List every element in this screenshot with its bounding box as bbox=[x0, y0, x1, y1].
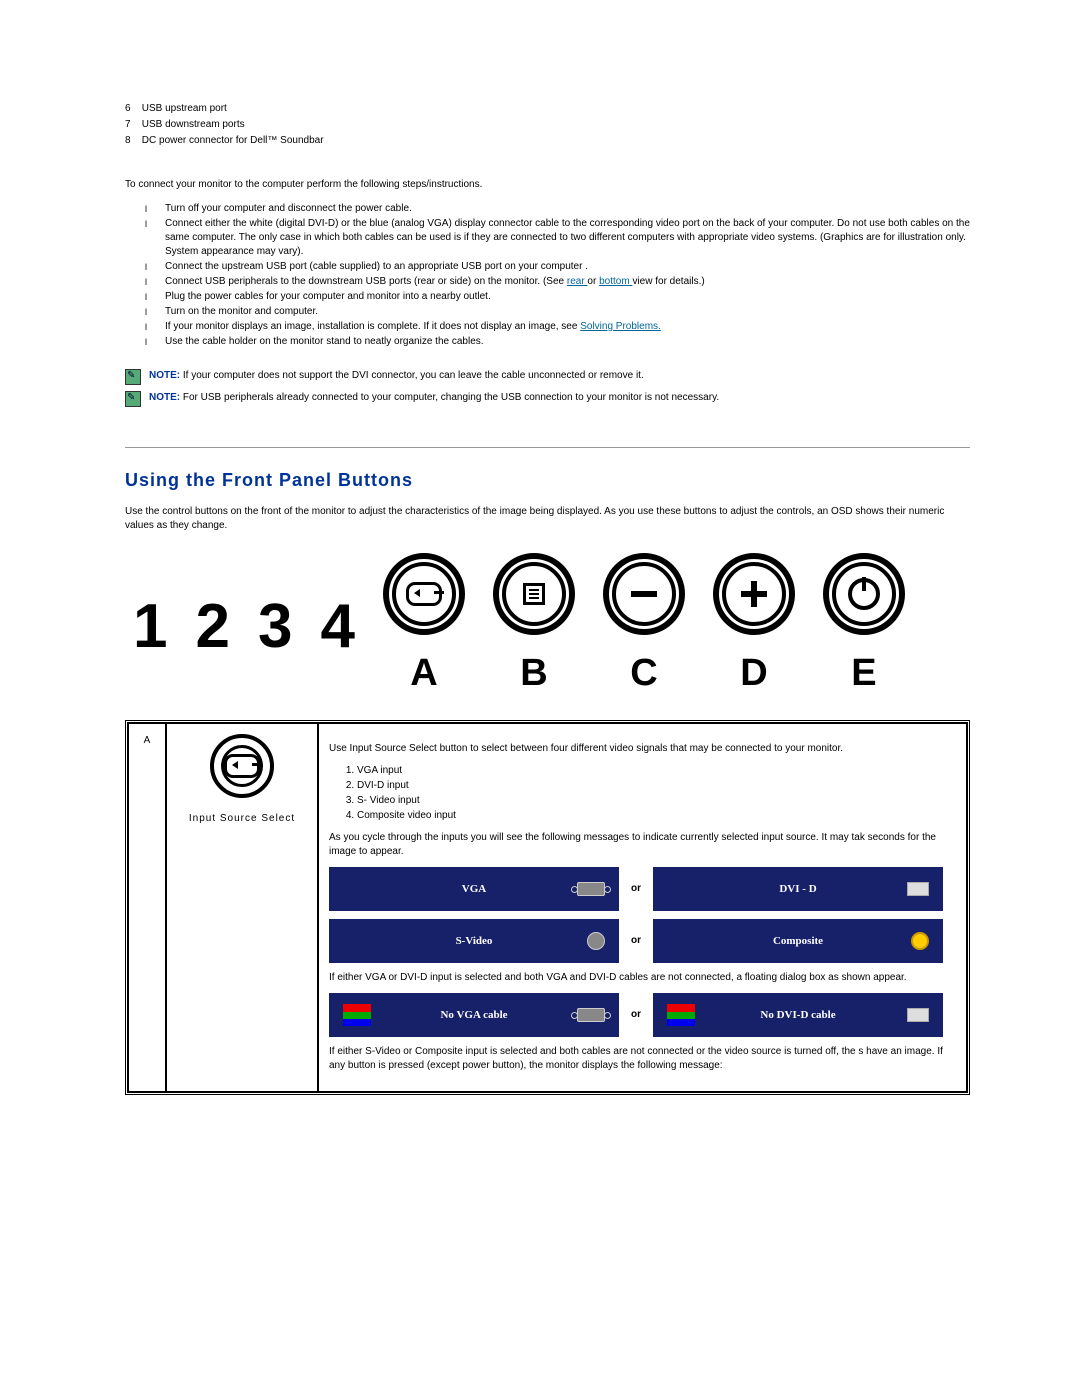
colorbars-icon bbox=[343, 1004, 371, 1026]
row-icon-cell: Input Source Select bbox=[166, 723, 318, 1092]
step: If your monitor displays an image, insta… bbox=[155, 320, 970, 334]
step: Turn on the monitor and computer. bbox=[155, 305, 970, 319]
osd-row-1: VGA or DVI - D bbox=[329, 867, 956, 911]
label-d: D bbox=[740, 647, 767, 700]
step: Connect the upstream USB port (cable sup… bbox=[155, 260, 970, 274]
or-text: or bbox=[631, 1008, 641, 1022]
port-item: 6 USB upstream port bbox=[125, 102, 970, 116]
step: Connect USB peripherals to the downstrea… bbox=[155, 275, 970, 289]
osd-no-dvi: No DVI-D cable bbox=[653, 993, 943, 1037]
rear-link[interactable]: rear bbox=[567, 276, 588, 287]
step: Use the cable holder on the monitor stan… bbox=[155, 335, 970, 349]
power-icon bbox=[848, 578, 880, 610]
note-2: NOTE: For USB peripherals already connec… bbox=[125, 391, 970, 407]
label-c: C bbox=[630, 647, 657, 700]
icon-caption: Input Source Select bbox=[177, 812, 307, 826]
dvi-port-icon bbox=[907, 1008, 929, 1022]
port-item: 7 USB downstream ports bbox=[125, 118, 970, 132]
front-panel-diagram: 1 2 3 4 A B C D E bbox=[125, 553, 970, 700]
composite-port-icon bbox=[911, 932, 929, 950]
step: Plug the power cables for your computer … bbox=[155, 290, 970, 304]
osd-row-3: No VGA cable or No DVI-D cable bbox=[329, 993, 956, 1037]
label-e: E bbox=[851, 647, 876, 700]
input-source-icon bbox=[224, 754, 260, 778]
vga-port-icon bbox=[577, 882, 605, 896]
diagram-num-1: 1 bbox=[133, 596, 167, 658]
diagram-num-3: 3 bbox=[258, 596, 292, 658]
button-b: B bbox=[493, 553, 575, 700]
float-text-1: If either VGA or DVI-D input is selected… bbox=[329, 971, 956, 985]
steps-list: Turn off your computer and disconnect th… bbox=[125, 202, 970, 349]
or-text: or bbox=[631, 882, 641, 896]
osd-composite: Composite bbox=[653, 919, 943, 963]
diagram-num-2: 2 bbox=[195, 596, 229, 658]
osd-row-2: S-Video or Composite bbox=[329, 919, 956, 963]
colorbars-icon bbox=[667, 1004, 695, 1026]
float-text-2: If either S-Video or Composite input is … bbox=[329, 1045, 956, 1073]
button-e: E bbox=[823, 553, 905, 700]
osd-svideo: S-Video bbox=[329, 919, 619, 963]
vga-port-icon bbox=[577, 1008, 605, 1022]
button-description-table: A Input Source Select Use Input Source S… bbox=[125, 720, 970, 1095]
port-list: 6 USB upstream port 7 USB downstream por… bbox=[125, 102, 970, 148]
cycle-text: As you cycle through the inputs you will… bbox=[329, 831, 956, 859]
section-heading: Using the Front Panel Buttons bbox=[125, 468, 970, 493]
or-text: or bbox=[631, 934, 641, 948]
port-item: 8 DC power connector for Dell™ Soundbar bbox=[125, 134, 970, 148]
osd-vga: VGA bbox=[329, 867, 619, 911]
note-icon bbox=[125, 391, 141, 407]
button-d: D bbox=[713, 553, 795, 700]
step: Turn off your computer and disconnect th… bbox=[155, 202, 970, 216]
input-item: VGA input bbox=[357, 764, 956, 778]
input-item: Composite video input bbox=[357, 809, 956, 823]
minus-icon bbox=[631, 591, 657, 597]
row-desc-cell: Use Input Source Select button to select… bbox=[318, 723, 967, 1092]
button-c: C bbox=[603, 553, 685, 700]
row-intro: Use Input Source Select button to select… bbox=[329, 742, 956, 756]
inputs-list: VGA input DVI-D input S- Video input Com… bbox=[329, 764, 956, 823]
input-item: S- Video input bbox=[357, 794, 956, 808]
input-item: DVI-D input bbox=[357, 779, 956, 793]
input-source-icon bbox=[406, 582, 442, 606]
osd-dvid: DVI - D bbox=[653, 867, 943, 911]
osd-no-vga: No VGA cable bbox=[329, 993, 619, 1037]
dvi-port-icon bbox=[907, 882, 929, 896]
bottom-link[interactable]: bottom bbox=[599, 276, 632, 287]
menu-icon bbox=[523, 583, 545, 605]
connect-intro: To connect your monitor to the computer … bbox=[125, 178, 970, 192]
note-icon bbox=[125, 369, 141, 385]
svideo-port-icon bbox=[587, 932, 605, 950]
divider bbox=[125, 447, 970, 448]
label-b: B bbox=[520, 647, 547, 700]
section-intro: Use the control buttons on the front of … bbox=[125, 505, 970, 533]
label-a: A bbox=[410, 647, 437, 700]
row-letter: A bbox=[128, 723, 166, 1092]
diagram-num-4: 4 bbox=[320, 596, 354, 658]
note-1: NOTE: If your computer does not support … bbox=[125, 369, 970, 385]
step: Connect either the white (digital DVI-D)… bbox=[155, 217, 970, 259]
button-a: A bbox=[383, 553, 465, 700]
solving-problems-link[interactable]: Solving Problems. bbox=[580, 321, 661, 332]
